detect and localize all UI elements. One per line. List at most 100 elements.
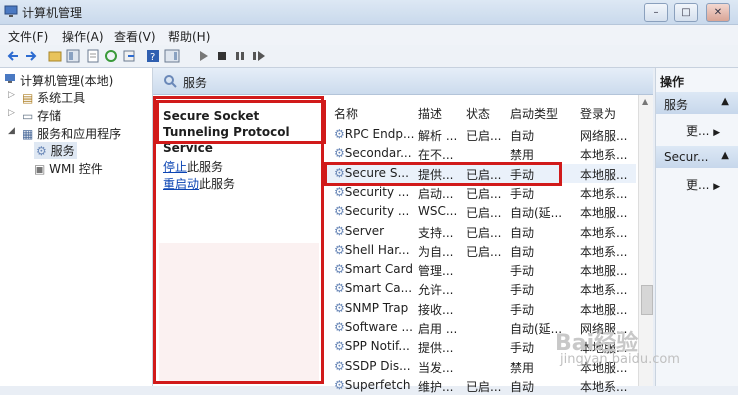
scroll-thumb[interactable] — [641, 285, 653, 315]
table-row[interactable]: ⚙Security ... WSC... 已启... 自动(延... 本地服... — [326, 202, 636, 221]
service-gear-icon: ⚙ — [334, 339, 345, 354]
help-icon[interactable]: ? — [146, 49, 160, 63]
cell-name-wrapper: ⚙Software ... — [334, 320, 416, 334]
cell-name-wrapper: ⚙Superfetch — [334, 378, 416, 392]
minimize-button[interactable]: – — [644, 3, 668, 22]
table-row[interactable]: ⚙Smart Ca... 允许... 手动 本地系... — [326, 279, 636, 298]
cell-logon-as: 本地服... — [580, 302, 628, 317]
more-actions-label[interactable]: 更... — [686, 124, 709, 138]
close-button[interactable]: ✕ — [706, 3, 730, 22]
tree-item-services-apps[interactable]: ▦ 服务和应用程序 — [22, 125, 121, 142]
properties-icon[interactable] — [86, 49, 100, 63]
cell-name: Server — [344, 223, 385, 238]
restart-service-icon[interactable] — [252, 49, 266, 63]
col-startup-type[interactable]: 启动类型 — [510, 105, 558, 122]
col-description[interactable]: 描述 — [418, 105, 442, 122]
tree-item-services[interactable]: ⚙ 服务 — [34, 142, 77, 159]
forward-arrow-icon[interactable] — [24, 49, 38, 63]
cell-logon-as: 本地系... — [580, 148, 628, 163]
tree-item-wmi[interactable]: ▣ WMI 控件 — [34, 160, 103, 177]
tree-item-system-tools[interactable]: ▤ 系统工具 — [22, 89, 85, 106]
highlight-box-left-panel — [153, 96, 324, 384]
service-gear-icon: ⚙ — [334, 223, 345, 238]
more-actions-1[interactable]: 更... ▶ — [686, 122, 720, 139]
actions-title: 操作 — [660, 75, 685, 89]
stop-service-icon[interactable] — [216, 49, 228, 63]
service-gear-icon: ⚙ — [334, 320, 345, 334]
cell-logon-as: 本地系... — [580, 186, 628, 201]
collapse-icon[interactable]: ◢ — [8, 126, 15, 136]
cell-name-wrapper: ⚙Smart Card — [334, 262, 416, 276]
cell-startup-type: 自动 — [510, 129, 535, 143]
col-name[interactable]: 名称 — [334, 105, 358, 122]
table-row[interactable]: ⚙SNMP Trap 接收... 手动 本地服... — [326, 299, 636, 318]
storage-icon: ▭ — [22, 109, 34, 123]
tree-root[interactable]: 计算机管理(本地) — [20, 72, 113, 89]
cell-startup-type: 手动 — [510, 302, 535, 317]
group-label: 服务 — [664, 98, 689, 112]
cell-status: 已启... — [466, 206, 502, 221]
service-gear-icon: ⚙ — [334, 204, 345, 219]
table-row[interactable]: ⚙RPC Endp... 解析 ... 已启... 自动 网络服... — [326, 125, 636, 144]
vertical-scrollbar[interactable]: ▲ — [638, 95, 653, 386]
menu-file[interactable]: 文件(F) — [8, 28, 48, 45]
maximize-button[interactable]: □ — [674, 3, 698, 22]
toolbar: ? — [0, 45, 738, 68]
group-label: Secur... — [664, 150, 709, 164]
console-tree-icon[interactable] — [66, 49, 80, 63]
cell-name-wrapper: ⚙Secondar... — [334, 146, 416, 160]
table-row[interactable]: ⚙Superfetch 维护... 已启... 自动 本地系... — [326, 376, 636, 395]
wmi-icon: ▣ — [34, 162, 46, 176]
menu-bar: 文件(F) 操作(A) 查看(V) 帮助(H) — [0, 25, 738, 45]
service-gear-icon: ⚙ — [334, 146, 345, 161]
cell-description: 当发... — [418, 360, 454, 375]
table-row[interactable]: ⚙Smart Card 管理... 手动 本地服... — [326, 260, 636, 279]
folder-up-icon[interactable] — [48, 49, 62, 63]
cell-logon-as: 网络服... — [580, 129, 628, 143]
table-row[interactable]: ⚙Secondar... 在不... 禁用 本地系... — [326, 144, 636, 163]
cell-startup-type: 手动 — [510, 264, 535, 279]
back-arrow-icon[interactable] — [6, 49, 20, 63]
cell-name-wrapper: ⚙Security ... — [334, 204, 416, 218]
col-logon-as[interactable]: 登录为 — [580, 105, 616, 122]
cell-logon-as: 本地服... — [580, 206, 628, 221]
refresh-icon[interactable] — [104, 49, 118, 63]
cell-name: Security ... — [344, 184, 410, 199]
scroll-up-icon[interactable]: ▲ — [642, 97, 648, 106]
service-gear-icon: ⚙ — [334, 358, 345, 373]
cell-status: 已启... — [466, 129, 502, 143]
col-status[interactable]: 状态 — [466, 105, 490, 122]
cell-name: Smart Ca... — [344, 281, 413, 296]
more-actions-2[interactable]: 更... ▶ — [686, 176, 720, 193]
cell-startup-type: 自动 — [510, 379, 535, 394]
cell-name-wrapper: ⚙SNMP Trap — [334, 301, 416, 315]
more-actions-label[interactable]: 更... — [686, 178, 709, 192]
service-gear-icon: ⚙ — [334, 262, 345, 277]
cell-name: Superfetch — [344, 377, 411, 392]
menu-action[interactable]: 操作(A) — [62, 28, 104, 45]
cell-description: 解析 ... — [418, 129, 458, 143]
actions-group-services[interactable]: 服务 ▲ — [656, 92, 738, 114]
services-apps-icon: ▦ — [22, 127, 34, 141]
cell-name: SPP Notif... — [344, 339, 410, 354]
submenu-arrow-icon: ▶ — [713, 128, 721, 138]
expand-icon[interactable]: ▷ — [8, 90, 15, 100]
cell-name: SSDP Dis... — [344, 358, 411, 373]
actions-group-selected[interactable]: Secur... ▲ — [656, 146, 738, 168]
pause-service-icon[interactable] — [234, 49, 246, 63]
menu-help[interactable]: 帮助(H) — [168, 28, 210, 45]
menu-view[interactable]: 查看(V) — [114, 28, 156, 45]
cell-logon-as: 本地服... — [580, 264, 628, 279]
tree-item-storage[interactable]: ▭ 存储 — [22, 107, 61, 124]
collapse-arrow-icon[interactable]: ▲ — [721, 150, 729, 161]
start-service-icon[interactable] — [198, 49, 210, 63]
table-row[interactable]: ⚙Shell Har... 为自... 已启... 自动 本地系... — [326, 241, 636, 260]
expand-icon[interactable]: ▷ — [8, 108, 15, 118]
service-gear-icon: ⚙ — [334, 281, 345, 296]
show-hide-action-pane-icon[interactable] — [164, 49, 180, 63]
table-row[interactable]: ⚙Server 支持... 已启... 自动 本地系... — [326, 222, 636, 241]
collapse-arrow-icon[interactable]: ▲ — [721, 96, 729, 107]
watermark-url: jingyan.baidu.com — [560, 352, 680, 367]
export-list-icon[interactable] — [122, 49, 136, 63]
cell-logon-as: 本地服... — [580, 167, 628, 182]
